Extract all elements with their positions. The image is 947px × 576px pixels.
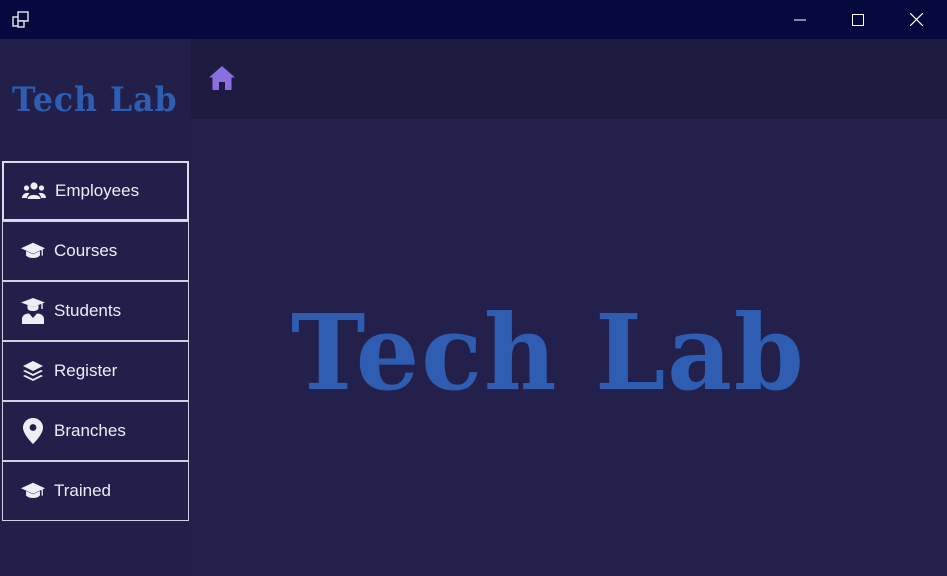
student-icon (21, 298, 45, 324)
sidebar-item-trained[interactable]: Trained (2, 461, 189, 521)
sidebar-item-register[interactable]: Register (2, 341, 189, 401)
graduation-cap-icon (21, 239, 45, 263)
sidebar-item-label: Trained (54, 481, 112, 500)
sidebar-item-label: Students (54, 301, 122, 320)
title-bar (0, 0, 947, 39)
maximize-button[interactable] (829, 0, 887, 39)
main-content: Tech Lab (191, 119, 947, 576)
app-icon (11, 10, 31, 30)
users-icon (22, 179, 46, 203)
sidebar-logo: Tech Lab (12, 80, 178, 120)
close-icon (909, 13, 923, 26)
main-logo: Tech Lab (291, 291, 806, 414)
close-button[interactable] (887, 0, 945, 39)
sidebar-item-label: Register (54, 361, 118, 380)
sidebar-item-label: Employees (55, 181, 140, 200)
sidebar-item-students[interactable]: Students (2, 281, 189, 341)
sidebar-item-label: Branches (54, 421, 126, 440)
minimize-button[interactable] (771, 0, 829, 39)
graduation-cap-icon (21, 479, 45, 503)
maximize-icon (852, 13, 864, 26)
sidebar-item-employees[interactable]: Employees (2, 161, 189, 221)
top-bar (191, 39, 947, 119)
minimize-icon (794, 14, 806, 26)
sidebar-item-branches[interactable]: Branches (2, 401, 189, 461)
home-icon[interactable] (208, 65, 236, 91)
sidebar-item-courses[interactable]: Courses (2, 221, 189, 281)
layers-icon (21, 359, 45, 383)
sidebar-item-label: Courses (54, 241, 118, 260)
map-pin-icon (21, 418, 45, 444)
